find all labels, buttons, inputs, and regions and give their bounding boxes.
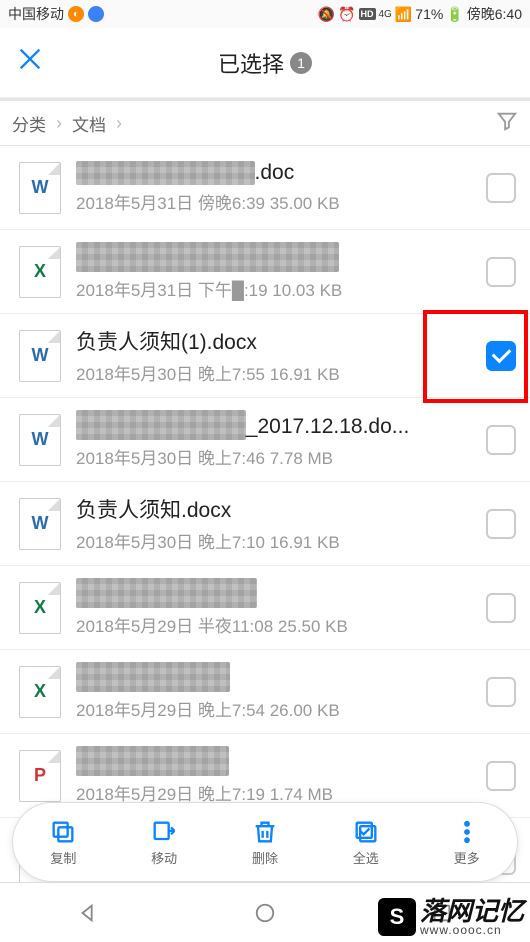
file-info: 负责人须知.docx 2018年5月30日 晚上7:10 16.91 KB [70, 494, 478, 553]
file-row[interactable]: X████████平安生主████ 2018年5月31日 下午█:19 10.03… [0, 230, 530, 314]
hd-icon: HD [359, 8, 376, 20]
file-info: 现代██████1).xls 2018年5月29日 半夜11:08 25.50 K… [70, 578, 478, 637]
selection-header: 已选择 1 [0, 28, 530, 98]
notification-dot-icon [88, 6, 104, 22]
file-name: 现代██████1).xls [76, 578, 478, 608]
select-all-label: 全选 [353, 848, 379, 867]
mute-icon: 🔕 [318, 6, 335, 23]
filter-icon[interactable] [496, 110, 518, 137]
excel-file-icon: X [10, 242, 70, 302]
watermark-brand: 落网记忆 [420, 898, 524, 924]
chevron-right-icon: › [116, 113, 122, 134]
watermark-logo-icon: S [378, 898, 416, 936]
watermark-url: www.oooc.cn [420, 924, 524, 936]
file-name: 校██████████_2017.12.18.do... [76, 410, 478, 440]
file-info: 负责人须知(1).docx 2018年5月30日 晚上7:55 16.91 KB [70, 326, 478, 385]
excel-file-icon: X [10, 662, 70, 722]
select-checkbox[interactable] [486, 509, 516, 539]
file-row[interactable]: W████████████.doc 2018年5月31日 傍晚6:39 35.00… [0, 146, 530, 230]
status-bar: 中国移动 ◐ 🔕 ⏰ HD 4G 📶 71% 🔋 傍晚6:40 [0, 0, 530, 28]
select-all-button[interactable]: 全选 [352, 818, 380, 867]
watermark: S 落网记忆 www.oooc.cn [378, 898, 524, 936]
move-button[interactable]: 移动 [150, 818, 178, 867]
file-meta: 2018年5月31日 傍晚6:39 35.00 KB [76, 189, 478, 214]
file-info: 校██████████_2017.12.18.do... 2018年5月30日 晚… [70, 410, 478, 469]
breadcrumb-current[interactable]: 文档 [72, 111, 106, 136]
more-button[interactable]: 更多 [453, 818, 481, 867]
word-file-icon: W [10, 326, 70, 386]
file-meta: 2018年5月30日 晚上7:10 16.91 KB [76, 528, 478, 553]
file-name: 负责人须知.docx [76, 494, 478, 524]
select-checkbox[interactable] [486, 761, 516, 791]
copy-label: 复制 [50, 848, 76, 867]
carrier-label: 中国移动 [8, 4, 64, 24]
battery-percent: 71% [415, 6, 443, 22]
file-info: ████████████.doc 2018年5月31日 傍晚6:39 35.00 … [70, 161, 478, 214]
selection-count-badge: 1 [290, 52, 312, 74]
select-checkbox[interactable] [486, 677, 516, 707]
file-row[interactable]: W校██████████_2017.12.18.do... 2018年5月30日 … [0, 398, 530, 482]
chevron-right-icon: › [56, 113, 62, 134]
file-row[interactable]: W负责人须知.docx 2018年5月30日 晚上7:10 16.91 KB [0, 482, 530, 566]
copy-button[interactable]: 复制 [49, 818, 77, 867]
file-info: 现████名册.xls 2018年5月29日 晚上7:54 26.00 KB [70, 662, 478, 721]
nav-home-button[interactable] [251, 899, 279, 927]
powerpoint-file-icon: P [10, 746, 70, 806]
signal-icon: 📶 [395, 6, 412, 23]
file-list: W████████████.doc2018年5月31日 傍晚6:39 35.00… [0, 146, 530, 902]
word-file-icon: W [10, 410, 70, 470]
select-checkbox[interactable] [486, 425, 516, 455]
select-checkbox[interactable] [486, 173, 516, 203]
file-info: 网络███术.pptx2018年5月29日 晚上7:19 1.74 MB [70, 746, 478, 805]
delete-button[interactable]: 删除 [251, 818, 279, 867]
action-bar: 复制 移动 删除 全选 更多 [12, 802, 518, 882]
more-label: 更多 [454, 848, 480, 867]
file-meta: 2018年5月30日 晚上7:46 7.78 MB [76, 444, 478, 469]
breadcrumb-root[interactable]: 分类 [12, 111, 46, 136]
file-meta: 2018年5月31日 下午█:19 10.03 KB [76, 276, 478, 301]
move-label: 移动 [151, 848, 177, 867]
select-checkbox[interactable] [486, 257, 516, 287]
select-checkbox[interactable] [486, 341, 516, 371]
weibo-icon: ◐ [68, 6, 84, 22]
file-meta: 2018年5月29日 晚上7:54 26.00 KB [76, 696, 478, 721]
select-checkbox[interactable] [486, 593, 516, 623]
file-meta: 2018年5月30日 晚上7:55 16.91 KB [76, 360, 478, 385]
delete-label: 删除 [252, 848, 278, 867]
file-name: 网络███术.pptx [76, 746, 478, 776]
word-file-icon: W [10, 494, 70, 554]
file-info: ████████平安生主████ 2018年5月31日 下午█:19 10.03 … [70, 242, 478, 301]
file-meta: 2018年5月29日 半夜11:08 25.50 KB [76, 612, 478, 637]
file-row[interactable]: X现代██████1).xls 2018年5月29日 半夜11:08 25.50 … [0, 566, 530, 650]
excel-file-icon: X [10, 578, 70, 638]
file-row[interactable]: X现████名册.xls 2018年5月29日 晚上7:54 26.00 KB [0, 650, 530, 734]
nav-back-button[interactable] [74, 899, 102, 927]
close-button[interactable] [0, 45, 60, 81]
clock-label: 傍晚6:40 [467, 4, 522, 24]
header-title: 已选择 [218, 47, 284, 79]
file-name: ████████平安生主████ [76, 242, 478, 272]
battery-icon: 🔋 [446, 6, 463, 23]
alarm-icon: ⏰ [338, 6, 355, 23]
file-name: ████████████.doc [76, 161, 478, 185]
breadcrumb: 分类 › 文档 › [0, 98, 530, 146]
file-row[interactable]: W负责人须知(1).docx 2018年5月30日 晚上7:55 16.91 KB [0, 314, 530, 398]
word-file-icon: W [10, 158, 70, 218]
network-icon: 4G [379, 9, 392, 20]
file-name: 负责人须知(1).docx [76, 326, 478, 356]
file-name: 现████名册.xls [76, 662, 478, 692]
